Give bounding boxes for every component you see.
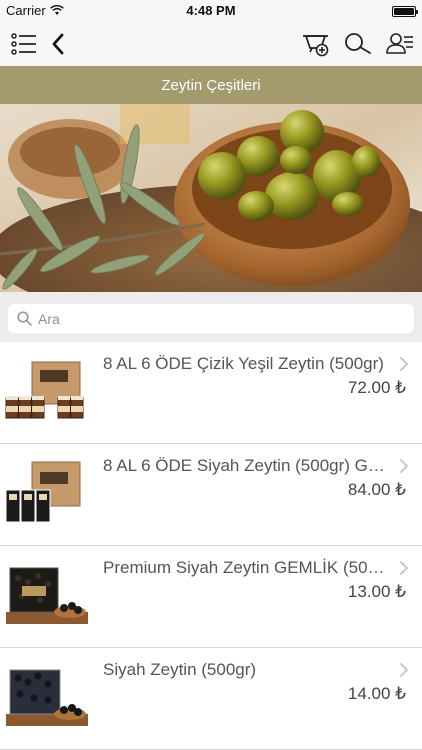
status-time: 4:48 PM [186, 3, 236, 18]
chevron-right-icon [400, 459, 408, 473]
search-icon [17, 311, 32, 326]
product-price: 14.00 ₺ [347, 684, 406, 703]
search-area: Ara [0, 292, 422, 342]
product-title: 8 AL 6 ÖDE Çizik Yeşil Zeytin (500gr) [103, 354, 384, 373]
chevron-right-icon [400, 663, 408, 677]
product-row[interactable]: 8 AL 6 ÖDE Siyah Zeytin (500gr) Gemlik 8… [0, 444, 422, 546]
search-button[interactable] [342, 28, 374, 60]
battery-icon [392, 6, 418, 17]
product-title: 8 AL 6 ÖDE Siyah Zeytin (500gr) Gemlik [103, 456, 389, 475]
back-button[interactable] [42, 28, 74, 60]
product-thumbnail [5, 361, 84, 419]
product-price: 84.00 ₺ [347, 480, 406, 499]
product-title: Premium Siyah Zeytin GEMLİK (500gr) [103, 558, 389, 577]
menu-button[interactable] [8, 28, 40, 60]
back-chevron-icon [52, 33, 64, 55]
basket-button[interactable] [300, 28, 332, 60]
product-thumbnail [6, 669, 88, 726]
chevron-right-icon [400, 357, 408, 371]
search-input[interactable]: Ara [8, 304, 414, 333]
status-bar: Carrier 4:48 PM [0, 0, 422, 22]
user-list-icon [386, 33, 413, 54]
product-row[interactable]: Siyah Zeytin (500gr) 14.00 ₺ [0, 648, 422, 750]
product-row[interactable]: 8 AL 6 ÖDE Çizik Yeşil Zeytin (500gr) 72… [0, 342, 422, 444]
product-thumbnail [5, 461, 81, 523]
menu-list-icon [11, 33, 36, 55]
account-button[interactable] [384, 28, 416, 60]
nav-bar [0, 22, 422, 66]
category-title: Zeytin Çeşitleri [161, 76, 261, 94]
product-price: 13.00 ₺ [347, 582, 406, 601]
product-thumbnail [6, 567, 88, 624]
product-title: Siyah Zeytin (500gr) [103, 660, 257, 679]
product-list: 8 AL 6 ÖDE Çizik Yeşil Zeytin (500gr) 72… [0, 342, 422, 750]
hero-olive-bowl-image [0, 104, 422, 292]
category-header: Zeytin Çeşitleri [0, 66, 422, 104]
product-row[interactable]: Premium Siyah Zeytin GEMLİK (500gr) 13.0… [0, 546, 422, 648]
search-placeholder: Ara [38, 310, 60, 327]
chevron-right-icon [400, 561, 408, 575]
product-price: 72.00 ₺ [347, 378, 406, 397]
basket-add-icon [303, 35, 329, 57]
search-icon [345, 33, 371, 54]
